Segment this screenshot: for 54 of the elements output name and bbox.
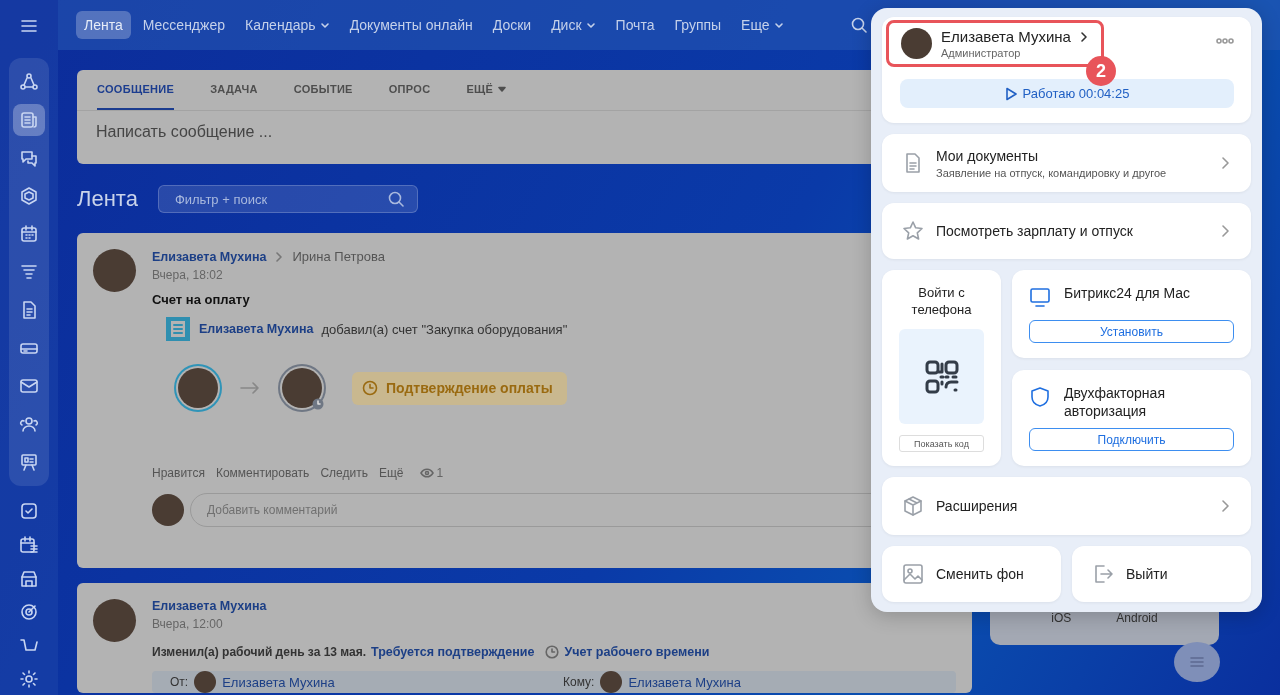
nav-tab[interactable]: Почта [607,11,663,39]
author-link[interactable]: Елизавета Мухина [152,249,267,264]
user-role: Администратор [941,47,1022,59]
timer-button[interactable]: Работаю 00:04:25 [900,79,1234,108]
nav-tab[interactable]: Лента [76,11,131,39]
status-text: Подтверждение оплаты [386,380,553,396]
nav-tab[interactable]: Еще [733,11,792,39]
page-title: Лента [77,186,138,212]
composer-tab[interactable]: СОБЫТИЕ [293,70,353,110]
author-link[interactable]: Елизавета Мухина [152,599,267,613]
extensions-menu-item[interactable]: Расширения [882,477,1251,535]
show-code-button[interactable]: Показать код [899,435,984,452]
action-link[interactable]: Следить [320,466,368,480]
app-label: iOS [1051,611,1072,625]
user-link[interactable]: Елизавета Мухина [222,674,335,690]
recipient-name: Ирина Петрова [292,249,385,264]
worktime-link[interactable]: Учет рабочего времени [564,645,710,659]
user-link[interactable]: Елизавета Мухина [628,674,741,690]
connect-button[interactable]: Подключить [1029,428,1234,451]
nav-tab[interactable]: Диск [543,11,604,39]
nav-tab[interactable]: Доски [484,11,540,39]
install-button[interactable]: Установить [1029,320,1234,343]
post-title: Счет на оплату [152,292,250,307]
card-title: Двухфакторная авторизация [1064,384,1166,420]
card-title: Войти с телефона [910,284,973,318]
nav-tab[interactable]: Группы [666,11,730,39]
nav-tab[interactable]: Документы онлайн [341,11,481,39]
composer-tab[interactable]: СООБЩЕНИЕ [97,70,175,110]
filter-search-input[interactable]: Фильтр + поиск [172,190,387,208]
user-name: Елизавета Мухина [941,28,1071,45]
documents-menu-item[interactable]: Мои документы Заявление на отпуск, командировку и другое [882,134,1251,192]
field-label: От: [170,675,189,689]
activity-text: добавил(а) счет "Закупка оборудования" [321,321,568,337]
change-background-button[interactable]: Сменить фон [882,546,1061,602]
salary-menu-item[interactable]: Посмотреть зарплату и отпуск [882,203,1251,259]
post-time: Вчера, 12:00 [152,617,224,631]
post-time: Вчера, 18:02 [152,268,224,282]
nav-tab[interactable]: Календарь [237,11,338,39]
action-link[interactable]: Ещё [378,466,404,480]
composer-tab[interactable]: ЕЩЁ [466,70,507,110]
composer-tab[interactable]: ЗАДАЧА [210,70,258,110]
app-label: Android [1116,611,1158,625]
author-link[interactable]: Елизавета Мухина [199,322,314,336]
view-count: 1 [436,466,444,480]
nav-tab[interactable]: Мессенджер [134,11,233,39]
action-link[interactable]: Комментировать [215,466,310,480]
filter-search-field[interactable]: Фильтр + поиск [157,185,418,213]
composer-tab[interactable]: ОПРОС [388,70,431,110]
action-link[interactable]: Нравится [152,466,205,480]
card-title: Битрикс24 для Mac [1064,284,1191,302]
post-text: Изменил(а) рабочий день за 13 мая. [152,645,367,659]
field-label: Кому: [563,675,595,689]
logout-button[interactable]: Выйти [1072,546,1251,602]
approval-link[interactable]: Требуется подтверждение [371,645,535,659]
